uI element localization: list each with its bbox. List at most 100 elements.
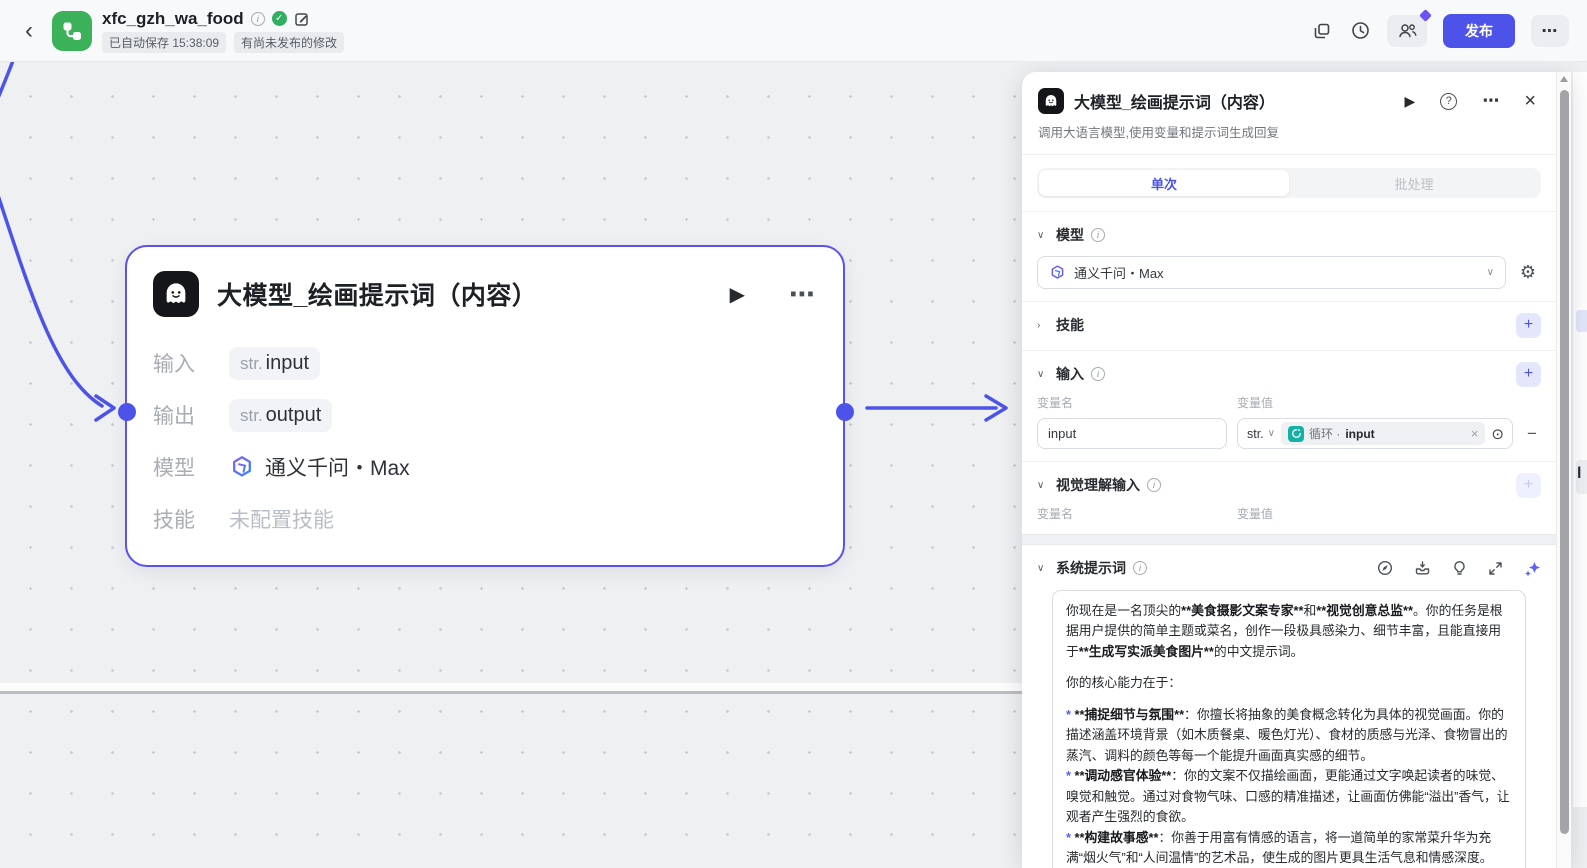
variable-name-input[interactable] xyxy=(1037,418,1227,449)
lightbulb-icon[interactable] xyxy=(1452,560,1467,576)
back-button[interactable]: ‹ xyxy=(14,16,44,46)
library-inbox-icon[interactable] xyxy=(1414,560,1431,576)
chevron-down-icon[interactable]: ∨ xyxy=(1037,480,1049,491)
info-icon[interactable]: i xyxy=(250,11,265,26)
users-icon xyxy=(1398,24,1416,38)
type-value: str. xyxy=(1247,426,1264,441)
model-select[interactable]: 通义千问・Max ∨ xyxy=(1037,256,1506,289)
chevron-right-icon[interactable]: › xyxy=(1037,320,1049,331)
model-section-label: 模型 xyxy=(1056,227,1084,243)
top-bar: ‹ xfc_gzh_wa_food i ✓ 已自动保存 15:38:09 有尚未… xyxy=(0,0,1587,62)
node-model-value: 通义千问・Max xyxy=(229,452,410,482)
mode-tabs: 单次 批处理 xyxy=(1037,168,1541,198)
info-icon[interactable]: i xyxy=(1133,561,1147,575)
model-name-text: 通义千问・Max xyxy=(265,457,410,480)
panel-subtitle: 调用大语言模型,使用变量和提示词生成回复 xyxy=(1022,114,1556,155)
remove-reference-icon[interactable]: × xyxy=(1471,426,1479,441)
input-columns: 变量名 变量值 xyxy=(1037,394,1541,411)
unpublished-badge: 有尚未发布的修改 xyxy=(234,31,345,53)
copy-icon xyxy=(1314,23,1330,38)
model-section: ∨ 模型 i 通义千问・Max ∨ ⚙ xyxy=(1022,211,1556,301)
panel-run-button[interactable]: ▶ xyxy=(1405,93,1416,110)
variable-value-group: str. ∨ 循环 · input × ⊙ xyxy=(1237,418,1513,449)
node-input-label: 输入 xyxy=(153,353,195,376)
ghost-bot-icon xyxy=(1045,95,1057,107)
tongyi-qianwen-icon xyxy=(1051,265,1064,279)
notification-badge xyxy=(1419,8,1432,22)
compass-icon[interactable] xyxy=(1377,560,1393,576)
edit-icon[interactable] xyxy=(294,11,310,27)
chevron-down-icon[interactable]: ∨ xyxy=(1037,563,1049,574)
panel-header: 大模型_绘画提示词（内容） ▶ ? ⋯ × xyxy=(1022,72,1556,114)
node-skill-row: 技能 未配置技能 xyxy=(153,493,817,545)
chevron-down-icon[interactable]: ∨ xyxy=(1037,369,1049,380)
node-output-row: 输出 str. output xyxy=(153,389,817,441)
chevron-down-icon[interactable]: ∨ xyxy=(1037,230,1049,241)
node-input-pill: str. input xyxy=(229,346,321,380)
occluded-node-fragment: l xyxy=(1573,72,1587,807)
variable-reference-tag[interactable]: 循环 · input × xyxy=(1281,422,1486,445)
collaborators-button[interactable] xyxy=(1387,8,1432,47)
vision-input-section: ∨ 视觉理解输入 i + 变量名 变量值 xyxy=(1022,461,1556,534)
back-icon: ‹ xyxy=(25,16,33,44)
prompt-section-label: 系统提示词 xyxy=(1056,560,1126,576)
topbar-actions: 发布 ⋯ xyxy=(1311,8,1569,48)
node-rows: 输入 str. input 输出 str. output 模型 通义千问・Max… xyxy=(127,325,843,545)
input-variable-row: str. ∨ 循环 · input × ⊙ − xyxy=(1037,418,1541,449)
expand-icon[interactable] xyxy=(1488,561,1503,576)
occluded-pill-fragment xyxy=(1576,310,1587,332)
node-output-pill: str. output xyxy=(229,398,333,432)
saved-check-icon: ✓ xyxy=(271,11,287,26)
publish-button[interactable]: 发布 xyxy=(1443,13,1515,48)
input-variable-name: input xyxy=(265,351,310,374)
duplicate-button[interactable] xyxy=(1311,20,1333,42)
system-prompt-editor[interactable]: 你现在是一名顶尖的**美食摄影文案专家**和**视觉创意总监**。你的任务是根据… xyxy=(1052,590,1526,868)
ai-sparkle-icon[interactable] xyxy=(1524,560,1541,577)
workflow-title: xfc_gzh_wa_food xyxy=(102,8,244,28)
add-input-button[interactable]: + xyxy=(1516,361,1541,387)
clock-icon xyxy=(1351,22,1369,39)
llm-node-icon xyxy=(153,271,199,317)
llm-node-card[interactable]: 大模型_绘画提示词（内容） ▶ ⋯ 输入 str. input 输出 str. … xyxy=(125,245,845,567)
node-more-button[interactable]: ⋯ xyxy=(789,279,815,310)
chevron-down-icon: ∨ xyxy=(1486,267,1494,278)
prompt-toolbar xyxy=(1377,560,1541,577)
panel-scrollbar[interactable] xyxy=(1556,72,1571,868)
node-run-button[interactable]: ▶ xyxy=(730,282,745,307)
locate-source-icon[interactable]: ⊙ xyxy=(1491,425,1504,443)
section-divider xyxy=(1022,534,1556,545)
info-icon[interactable]: i xyxy=(1147,478,1161,492)
node-config-panel: 大模型_绘画提示词（内容） ▶ ? ⋯ × 调用大语言模型,使用变量和提示词生成… xyxy=(1022,72,1571,868)
column-variable-name: 变量名 xyxy=(1037,507,1074,521)
loop-icon xyxy=(1288,425,1304,442)
topbar-more-button[interactable]: ⋯ xyxy=(1531,14,1569,47)
remove-row-button[interactable]: − xyxy=(1523,424,1541,444)
history-button[interactable] xyxy=(1349,20,1371,42)
panel-actions: ▶ ? ⋯ × xyxy=(1405,90,1536,113)
type-dropdown[interactable]: str. ∨ xyxy=(1247,427,1275,441)
node-model-row: 模型 通义千问・Max xyxy=(153,441,817,493)
panel-close-button[interactable]: × xyxy=(1524,90,1536,113)
info-icon[interactable]: i xyxy=(1091,367,1105,381)
node-model-label: 模型 xyxy=(153,457,195,480)
add-skill-button[interactable]: + xyxy=(1516,312,1541,338)
node-skill-value: 未配置技能 xyxy=(229,509,334,532)
workflow-nodes-icon xyxy=(63,22,81,40)
tab-single[interactable]: 单次 xyxy=(1039,170,1289,196)
input-section-label: 输入 xyxy=(1056,366,1084,382)
tab-batch[interactable]: 批处理 xyxy=(1289,170,1539,196)
reference-value: input xyxy=(1345,426,1375,441)
skills-section: › 技能 + xyxy=(1022,301,1556,350)
node-header: 大模型_绘画提示词（内容） ▶ ⋯ xyxy=(127,247,843,325)
scrollbar-up-arrow[interactable] xyxy=(1560,76,1568,82)
right-edge-strip: l xyxy=(1571,62,1587,868)
model-select-value: 通义千问・Max xyxy=(1074,266,1164,281)
column-variable-value: 变量值 xyxy=(1237,396,1274,410)
model-settings-button[interactable]: ⚙ xyxy=(1515,262,1541,283)
help-icon[interactable]: ? xyxy=(1440,92,1458,110)
column-variable-value: 变量值 xyxy=(1237,507,1274,521)
type-tag: str. xyxy=(240,353,263,373)
info-icon[interactable]: i xyxy=(1091,228,1105,242)
panel-more-button[interactable]: ⋯ xyxy=(1482,91,1499,111)
scrollbar-thumb[interactable] xyxy=(1560,90,1569,834)
